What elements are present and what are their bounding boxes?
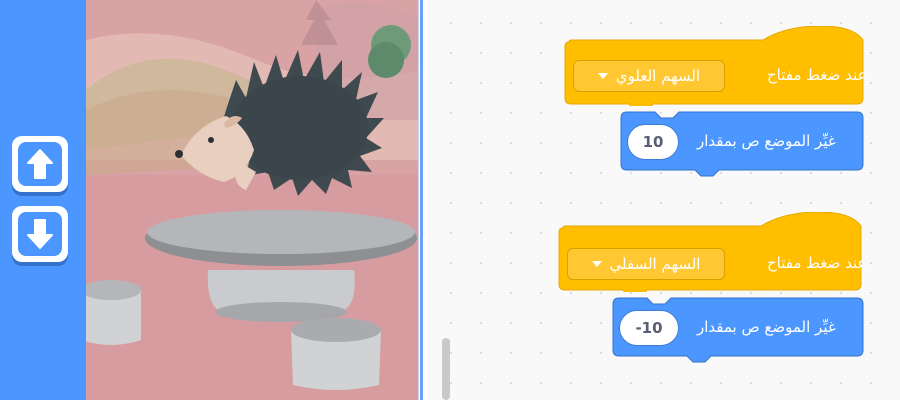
hat-prefix-text: عند ضغط مفتاح <box>767 66 867 84</box>
stage[interactable] <box>86 0 420 400</box>
hat-prefix-text-2: عند ضغط مفتاح <box>767 254 867 272</box>
workspace-scrollbar[interactable] <box>442 338 450 400</box>
down-arrow-button[interactable] <box>12 206 68 262</box>
stage-backdrop <box>86 0 420 400</box>
change-y-label: غيِّر الموضع ص بمقدار <box>697 132 836 150</box>
up-arrow-button[interactable] <box>12 136 68 192</box>
y-amount-input-2[interactable]: -10 <box>619 310 679 346</box>
change-y-label-2: غيِّر الموضع ص بمقدار <box>697 318 836 336</box>
arrow-up-icon <box>27 149 53 179</box>
key-dropdown[interactable]: السهم العلوي <box>573 60 725 92</box>
chevron-down-icon <box>591 261 602 267</box>
change-y-block[interactable]: غيِّر الموضع ص بمقدار 10 <box>617 110 865 178</box>
when-key-pressed-block[interactable]: عند ضغط مفتاح السهم العلوي <box>561 26 867 106</box>
y-amount-input[interactable]: 10 <box>627 124 679 160</box>
key-dropdown-label-2: السهم السفلي <box>609 255 701 273</box>
sprite-controls-panel <box>0 0 86 400</box>
stage-border <box>420 0 423 400</box>
chevron-down-icon <box>597 73 608 79</box>
key-dropdown-label: السهم العلوي <box>615 67 701 85</box>
key-dropdown-2[interactable]: السهم السفلي <box>567 248 725 280</box>
change-y-block-2[interactable]: غيِّر الموضع ص بمقدار -10 <box>609 296 865 364</box>
when-key-pressed-block-2[interactable]: عند ضغط مفتاح السهم السفلي <box>555 212 867 292</box>
arrow-down-icon <box>27 219 53 249</box>
